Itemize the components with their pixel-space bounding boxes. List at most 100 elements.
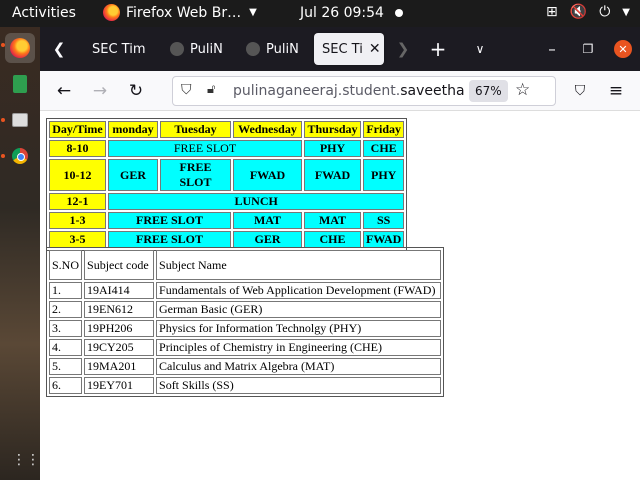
table-header-cell: Day/Time [49,121,106,138]
table-row: S.NO Subject code Subject Name [49,250,441,280]
dock-calc[interactable] [5,69,35,99]
slot-cell: CHE [304,231,361,248]
new-tab-icon[interactable]: + [426,35,450,63]
table-cell: 4. [49,339,83,356]
slot-cell: MAT [304,212,361,229]
table-header-cell: Thursday [304,121,361,138]
tab-label: SEC Ti [322,41,363,57]
chevron-down-icon[interactable]: ∨ [468,35,492,63]
table-row: 1-3 FREE SLOT MAT MAT SS [49,212,405,229]
table-header-cell: S.NO [49,250,83,280]
timetable: Day/Time monday Tuesday Wednesday Thursd… [46,118,408,251]
spreadsheet-icon [13,75,27,93]
hamburger-menu-icon[interactable]: ≡ [604,79,628,103]
table-row: 10-12 GER FREE SLOT FWAD FWAD PHY [49,159,405,191]
table-row: 3. 19PH206 Physics for Information Techn… [49,320,441,337]
back-icon[interactable]: ← [52,79,76,103]
lock-insecure-icon[interactable]: 🔓︎ [207,82,215,97]
window-close-icon[interactable]: ✕ [614,40,632,58]
zoom-level-button[interactable]: 67% [469,80,508,102]
activities-button[interactable]: Activities [12,5,76,21]
tab-label: PuliN [266,41,299,57]
table-cell: 19EN612 [84,301,155,318]
files-icon [12,113,28,127]
slot-cell: FREE SLOT [108,231,231,248]
table-cell: 1. [49,282,83,299]
app-menu[interactable]: Firefox Web Br… ▼ [103,4,257,21]
minimize-icon[interactable]: – [540,35,564,63]
nav-bar: ← → ↻ ⛉ 🔓︎ pulinaganeeraj.student.saveet… [40,71,640,111]
clock[interactable]: Jul 26 09:54 [300,5,384,21]
table-cell: Principles of Chemistry in Engineering (… [156,339,441,356]
table-cell: 19PH206 [84,320,155,337]
table-row: 3-5 FREE SLOT GER CHE FWAD [49,231,405,248]
table-cell: 19CY205 [84,339,155,356]
github-icon [170,42,184,56]
tab-3[interactable]: PuliN [238,33,304,65]
lunch-cell: LUNCH [108,193,405,210]
caret-down-icon: ▼ [249,7,257,18]
subjects-table: S.NO Subject code Subject Name 1. 19AI41… [46,247,444,397]
time-cell: 10-12 [49,159,106,191]
slot-cell: FWAD [363,231,405,248]
system-tray[interactable]: ⊞ 🔇 ⏻ ▼ [546,4,630,20]
slot-cell: PHY [304,140,361,157]
tab-2[interactable]: PuliN [162,33,226,65]
table-row: 5. 19MA201 Calculus and Matrix Algebra (… [49,358,441,375]
tab-label: SEC Tim [92,41,146,57]
reload-icon[interactable]: ↻ [124,79,148,103]
table-row: 4. 19CY205 Principles of Chemistry in En… [49,339,441,356]
forward-icon[interactable]: → [88,79,112,103]
page-content: Day/Time monday Tuesday Wednesday Thursd… [40,112,640,480]
time-cell: 8-10 [49,140,106,157]
tab-4-active[interactable]: SEC Ti ✕ [314,33,384,65]
slot-cell: FREE SLOT [108,212,231,229]
slot-cell: SS [363,212,405,229]
table-header-cell: Wednesday [233,121,302,138]
slot-cell: PHY [363,159,405,191]
slot-cell: FWAD [233,159,302,191]
url-bar[interactable]: ⛉ 🔓︎ pulinaganeeraj.student.saveetha 67%… [172,76,556,106]
table-row: 2. 19EN612 German Basic (GER) [49,301,441,318]
firefox-icon [10,38,30,58]
dock: ⋮⋮⋮ [0,27,54,480]
chrome-icon [12,148,28,164]
dock-firefox[interactable] [5,33,35,63]
table-cell: 19MA201 [84,358,155,375]
slot-cell: GER [233,231,302,248]
table-cell: Physics for Information Technolgy (PHY) [156,320,441,337]
volume-muted-icon[interactable]: 🔇 [570,4,587,20]
url-domain: saveetha [400,83,465,99]
dock-files[interactable] [5,105,35,135]
bookmark-star-icon[interactable]: ☆ [515,80,530,100]
tab-scroll-right-icon[interactable]: ❯ [392,35,414,63]
table-cell: 3. [49,320,83,337]
table-row: 1. 19AI414 Fundamentals of Web Applicati… [49,282,441,299]
shield-icon[interactable]: ⛉ [181,82,192,98]
time-cell: 1-3 [49,212,106,229]
table-cell: 19AI414 [84,282,155,299]
table-row: 8-10 FREE SLOT PHY CHE [49,140,405,157]
notification-dot-icon [395,9,403,17]
tab-scroll-left-icon[interactable]: ❮ [48,35,70,63]
browser-window: ❮ SEC Tim PuliN PuliN SEC Ti ✕ ❯ + ∨ – ❐… [40,27,640,480]
network-icon[interactable]: ⊞ [546,4,558,20]
chevron-down-icon[interactable]: ▼ [622,7,630,18]
tab-1[interactable]: SEC Tim [84,33,152,65]
table-row: Day/Time monday Tuesday Wednesday Thursd… [49,121,405,138]
pocket-icon[interactable]: ⛉ [568,79,592,103]
table-header-cell: Friday [363,121,405,138]
url-text[interactable]: pulinaganeeraj.student.saveetha [233,83,465,99]
slot-cell: GER [108,159,158,191]
maximize-icon[interactable]: ❐ [576,35,600,63]
table-cell: 6. [49,377,83,394]
url-host: pulinaganeeraj.student. [233,83,401,99]
time-cell: 12-1 [49,193,106,210]
power-icon[interactable]: ⏻ [599,4,610,20]
table-cell: Soft Skills (SS) [156,377,441,394]
table-cell: German Basic (GER) [156,301,441,318]
slot-cell: CHE [363,140,405,157]
close-icon[interactable]: ✕ [369,41,381,57]
table-header-cell: Subject code [84,250,155,280]
dock-chrome[interactable] [5,141,35,171]
